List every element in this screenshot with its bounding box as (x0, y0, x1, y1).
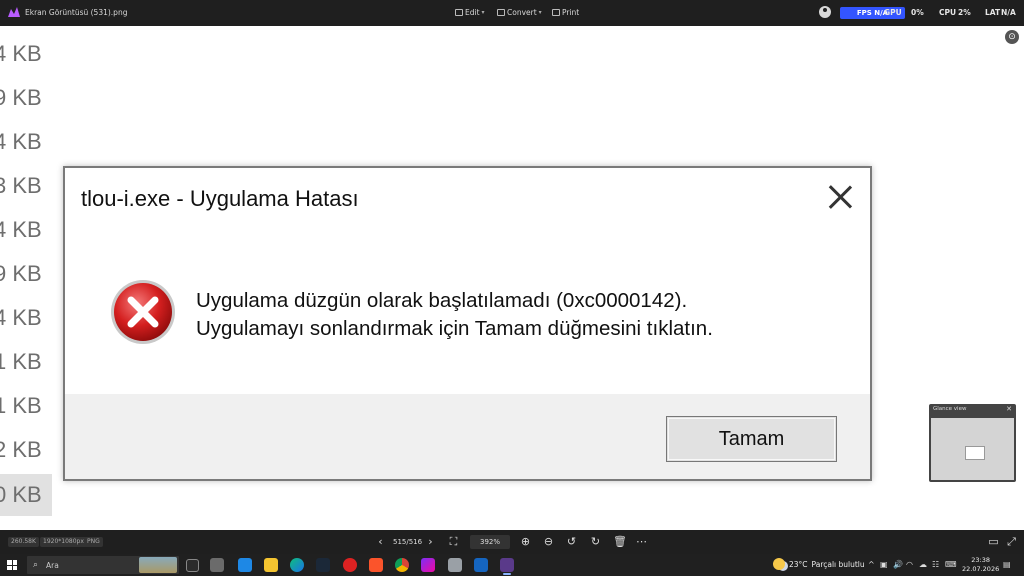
chrome-icon[interactable] (395, 558, 409, 572)
dialog-message-line2: Uygulamayı sonlandırmak için Tamam düğme… (196, 317, 713, 340)
file-size-cell: 3 KB (0, 173, 42, 198)
weather-temp: 23°C (789, 559, 808, 569)
file-size-cell: 4 KB (0, 217, 42, 242)
dialog-message: Uygulama düzgün olarak başlatılamadı (0x… (196, 287, 713, 343)
file-size-cell-selected: 0 KB (0, 474, 52, 516)
clock-time: 23:38 (971, 556, 990, 564)
previous-page-icon[interactable]: ‹ (375, 536, 386, 547)
search-icon: ⌕ (33, 560, 39, 570)
steam-icon[interactable] (316, 558, 330, 572)
file-title: Ekran Görüntüsü (531).png (25, 8, 128, 17)
dialog-message-line1: Uygulama düzgün olarak başlatılamadı (0x… (196, 289, 688, 312)
file-size-cell: 9 KB (0, 261, 42, 286)
chevron-down-icon: ▾ (481, 9, 485, 16)
print-button[interactable]: Print (552, 8, 579, 17)
file-size-chip: 260.58K (8, 537, 39, 547)
cpu-label: CPU (939, 8, 957, 17)
zoom-out-icon[interactable]: ⊖ (543, 536, 554, 547)
lat-label: LAT (985, 8, 1001, 17)
wifi-icon[interactable]: ◠ (906, 560, 913, 569)
edge-browser-icon[interactable] (290, 558, 304, 572)
convert-menu[interactable]: Convert ▾ (497, 8, 542, 17)
volume-icon[interactable]: 🔊 (893, 560, 903, 569)
task-view-icon[interactable] (186, 559, 199, 572)
opera-icon[interactable] (343, 558, 357, 572)
chevron-down-icon: ▾ (538, 9, 542, 16)
app-logo-icon (8, 7, 20, 17)
print-label: Print (562, 8, 580, 17)
security-shield-icon[interactable] (474, 558, 488, 572)
convert-label: Convert (507, 8, 537, 17)
copilot-icon[interactable] (421, 558, 435, 572)
more-options-icon[interactable]: ⋯ (636, 536, 647, 547)
edit-icon (455, 9, 463, 16)
widgets-app-icon[interactable] (210, 558, 224, 572)
dialog-title: tlou-i.exe - Uygulama Hatası (81, 186, 359, 211)
file-size-cell: 9 KB (0, 85, 42, 110)
language-icon[interactable]: ⌨ (945, 560, 957, 569)
app-icon[interactable] (448, 558, 462, 572)
search-input[interactable]: Ara (46, 561, 59, 570)
mail-app-icon[interactable] (238, 558, 252, 572)
ok-button[interactable]: Tamam (666, 416, 837, 462)
notification-icon[interactable]: ▤ (1003, 560, 1011, 569)
file-size-cell: 1 KB (0, 349, 42, 374)
viewer-titlebar: Ekran Görüntüsü (531).png Edit ▾ Convert… (0, 0, 1024, 26)
rotate-left-icon[interactable]: ↺ (566, 536, 577, 547)
glance-view-panel[interactable]: Glance view ✕ (929, 404, 1016, 482)
clock-date: 22.07.2026 (962, 564, 1000, 573)
windows-start-icon[interactable] (7, 560, 17, 570)
partly-cloudy-icon (773, 558, 785, 570)
cloud-icon[interactable]: ☁ (919, 560, 927, 569)
lat-value: N/A (1001, 8, 1016, 17)
delete-icon[interactable]: 🗑 (613, 536, 627, 547)
image-canvas[interactable]: 4 KB 9 KB 4 KB 3 KB 4 KB 9 KB 4 KB 1 KB … (0, 26, 1024, 530)
close-icon[interactable] (825, 182, 855, 212)
chevron-up-icon[interactable]: ^ (868, 560, 875, 569)
fullscreen-icon[interactable]: ⤢ (1006, 536, 1017, 547)
rotate-right-icon[interactable]: ↻ (590, 536, 601, 547)
display-icon[interactable]: ▣ (880, 560, 888, 569)
glance-thumbnail[interactable] (931, 418, 1014, 480)
zoom-in-icon[interactable]: ⊕ (520, 536, 531, 547)
cpu-value: 2% (958, 8, 971, 17)
user-avatar[interactable] (819, 6, 831, 18)
file-size-cell: 4 KB (0, 305, 42, 330)
weather-condition: Parçalı bulutlu (811, 559, 865, 569)
file-size-cell: 4 KB (0, 41, 42, 66)
gpu-label: GPU (884, 8, 902, 17)
edit-label: Edit (465, 8, 480, 17)
file-size-cell: 2 KB (0, 437, 42, 462)
convert-icon (497, 9, 505, 16)
file-size-cell: 4 KB (0, 129, 42, 154)
system-clock[interactable]: 23:38 22.07.2026 (962, 556, 999, 573)
image-viewer-app-icon[interactable] (500, 558, 514, 575)
resolution-chip: 1920*1080px (40, 537, 87, 547)
network-icon[interactable]: ☷ (932, 560, 939, 569)
error-dialog: tlou-i.exe - Uygulama Hatası Uygulama dü… (63, 166, 872, 481)
brave-icon[interactable] (369, 558, 383, 572)
gpu-value: 0% (911, 8, 924, 17)
fit-screen-icon[interactable]: ⛶ (448, 536, 459, 547)
dialog-footer: Tamam (65, 394, 870, 479)
search-highlight-image (139, 557, 177, 573)
page-counter: 515/516 (393, 538, 423, 546)
glance-dialog-thumb (965, 446, 985, 460)
edit-menu[interactable]: Edit ▾ (455, 8, 485, 17)
next-page-icon[interactable]: › (425, 536, 436, 547)
viewer-statusbar: 260.58K 1920*1080px PNG ‹ 515/516 › ⛶ 39… (0, 530, 1024, 554)
taskbar-search[interactable]: ⌕ Ara (27, 556, 179, 574)
info-icon[interactable]: ⊙ (1005, 30, 1019, 44)
close-icon[interactable]: ✕ (1006, 405, 1012, 413)
weather-widget[interactable]: 23°C Parçalı bulutlu (773, 558, 865, 570)
error-icon (111, 280, 175, 344)
windows-taskbar: ⌕ Ara 23°C Parçalı bulutlu ^ ▣ 🔊 ◠ ☁ ☷ ⌨… (0, 554, 1024, 576)
file-size-cell: 1 KB (0, 393, 42, 418)
format-chip: PNG (84, 537, 103, 547)
window-mode-icon[interactable]: ▭ (988, 536, 999, 547)
file-explorer-icon[interactable] (264, 558, 278, 572)
print-icon (552, 9, 560, 16)
zoom-select[interactable]: 392% (470, 535, 510, 549)
glance-view-title: Glance view (933, 406, 967, 412)
